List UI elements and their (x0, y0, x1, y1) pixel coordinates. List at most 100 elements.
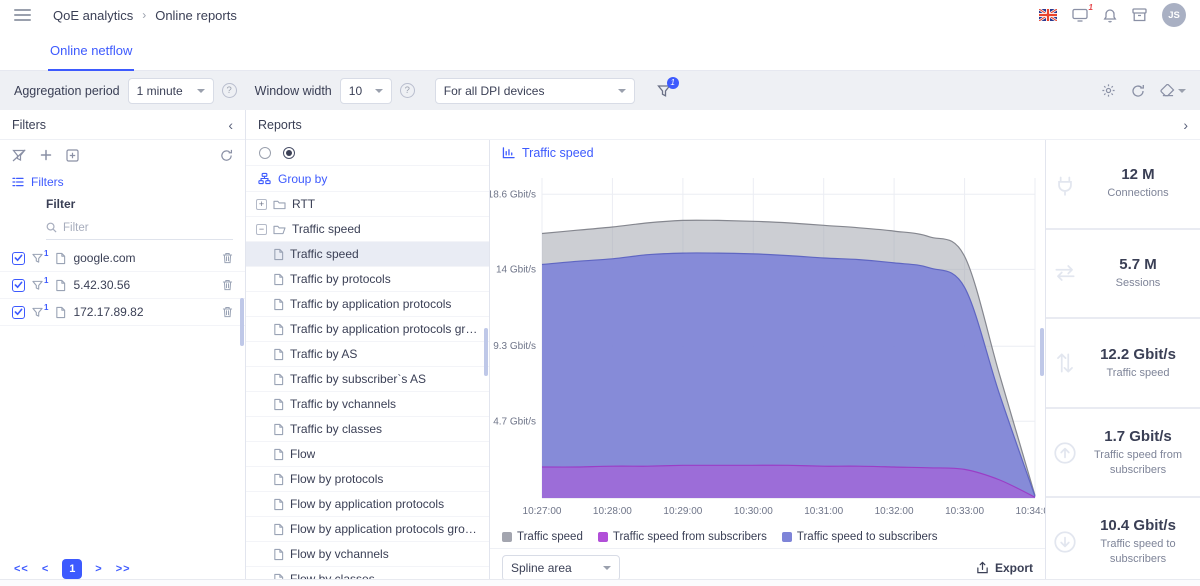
notifications-bell-icon[interactable] (1103, 8, 1117, 23)
delete-filter-icon[interactable] (222, 306, 233, 318)
document-icon (273, 273, 284, 286)
folder-icon (273, 199, 286, 210)
legend-item-traffic-speed-to-subscribers[interactable]: Traffic speed to subscribers (782, 531, 938, 543)
chart-scrollbar[interactable] (1040, 328, 1044, 376)
pagination-first[interactable]: << (14, 563, 29, 575)
expand-panel-icon[interactable]: › (1183, 118, 1188, 132)
tree-folder-traffic-speed[interactable]: −Traffic speed (246, 217, 489, 242)
dpi-devices-select[interactable]: For all DPI devices (435, 78, 635, 104)
document-icon (273, 523, 284, 536)
svg-text:10:27:00: 10:27:00 (523, 506, 562, 517)
filter-funnel-icon[interactable]: 1 (32, 307, 48, 318)
aggregation-help-icon[interactable]: ? (222, 83, 237, 98)
document-icon (273, 323, 284, 336)
tree-item-traffic-by-protocols[interactable]: Traffic by protocols (246, 267, 489, 292)
tree-item-flow-by-application-protocols-groups[interactable]: Flow by application protocols groups (246, 517, 489, 542)
breadcrumb-current: Online reports (155, 8, 237, 23)
legend-label: Traffic speed to subscribers (797, 531, 938, 543)
tree-item-traffic-by-application-protocols-groups[interactable]: Traffic by application protocols groups (246, 317, 489, 342)
tree-item-traffic-by-subscriber-s-as[interactable]: Traffic by subscriber`s AS (246, 367, 489, 392)
filter-funnel-icon[interactable]: 1 (32, 253, 48, 264)
report-mode-radio-1[interactable] (259, 147, 271, 159)
refresh-filters-icon[interactable] (220, 149, 233, 162)
legend-item-traffic-speed-from-subscribers[interactable]: Traffic speed from subscribers (598, 531, 767, 543)
filters-section-header[interactable]: Filters (0, 170, 245, 194)
clear-icon[interactable] (1160, 84, 1186, 97)
svg-text:10:30:00: 10:30:00 (734, 506, 773, 517)
delete-filter-icon[interactable] (222, 279, 233, 291)
tree-item-traffic-by-application-protocols[interactable]: Traffic by application protocols (246, 292, 489, 317)
collapse-panel-icon[interactable]: ‹ (228, 118, 233, 132)
settings-gear-icon[interactable] (1101, 83, 1116, 98)
window-width-label: Window width (255, 84, 332, 98)
filter-checkbox[interactable] (12, 279, 25, 292)
report-tree-panel: Group by +RTT−Traffic speedTraffic speed… (246, 140, 490, 586)
menu-icon[interactable] (14, 6, 31, 24)
messages-icon[interactable]: 1 (1072, 8, 1088, 22)
archive-icon[interactable] (1132, 8, 1147, 22)
breadcrumb-root[interactable]: QoE analytics (53, 8, 133, 23)
filter-row-5-42-30-56[interactable]: 1 5.42.30.56 (0, 272, 245, 299)
list-icon (12, 177, 24, 187)
document-icon (273, 448, 284, 461)
window-width-help-icon[interactable]: ? (400, 83, 415, 98)
language-flag-icon[interactable] (1039, 9, 1057, 21)
pagination-prev[interactable]: < (42, 563, 49, 575)
tree-label: Traffic by classes (290, 422, 382, 436)
tree-item-traffic-by-as[interactable]: Traffic by AS (246, 342, 489, 367)
traffic-to-subscribers-icon (1052, 529, 1078, 555)
filter-row-google-com[interactable]: 1google.com (0, 245, 245, 272)
toolbar-filter-icon[interactable]: 1 (657, 84, 671, 98)
delete-filter-icon[interactable] (222, 252, 233, 264)
legend-swatch (502, 532, 512, 542)
export-icon (976, 561, 989, 574)
filter-search-input[interactable] (63, 222, 173, 234)
pagination-last[interactable]: >> (116, 563, 131, 575)
filter-funnel-icon[interactable]: 1 (32, 280, 48, 291)
filters-scrollbar[interactable] (240, 298, 244, 346)
window-width-select[interactable]: 10 (340, 78, 392, 104)
svg-text:4.7 Gbit/s: 4.7 Gbit/s (493, 416, 536, 427)
filter-search[interactable] (46, 216, 233, 240)
tree-scrollbar[interactable] (484, 328, 488, 376)
collapse-icon[interactable]: − (256, 224, 267, 235)
filter-label: 5.42.30.56 (73, 278, 215, 292)
tree-folder-rtt[interactable]: +RTT (246, 192, 489, 217)
add-filter-group-icon[interactable] (66, 149, 79, 162)
stat-text: 10.4 Gbit/sTraffic speed to subscribers (1076, 517, 1200, 567)
tree-item-traffic-by-classes[interactable]: Traffic by classes (246, 417, 489, 442)
horizontal-scrollbar[interactable] (0, 579, 1200, 586)
chart-type-select[interactable]: Spline area (502, 555, 620, 581)
document-icon (273, 423, 284, 436)
tree-item-traffic-by-vchannels[interactable]: Traffic by vchannels (246, 392, 489, 417)
user-avatar[interactable]: JS (1162, 3, 1186, 27)
stat-value: 5.7 M (1116, 256, 1161, 273)
expand-icon[interactable]: + (256, 199, 267, 210)
filter-checkbox[interactable] (12, 306, 25, 319)
tree-label: Traffic by subscriber`s AS (290, 372, 426, 386)
chart-title: Traffic speed (522, 146, 594, 160)
tree-item-flow-by-protocols[interactable]: Flow by protocols (246, 467, 489, 492)
tree-item-traffic-speed[interactable]: Traffic speed (246, 242, 489, 267)
add-filter-icon[interactable] (40, 149, 52, 161)
export-button[interactable]: Export (976, 561, 1033, 575)
clear-filters-icon[interactable] (12, 149, 26, 162)
tree-item-flow-by-application-protocols[interactable]: Flow by application protocols (246, 492, 489, 517)
report-mode-radio-2[interactable] (283, 147, 295, 159)
group-by-label: Group by (278, 172, 327, 186)
filter-row-172-17-89-82[interactable]: 1172.17.89.82 (0, 299, 245, 326)
aggregation-period-select[interactable]: 1 minute (128, 78, 214, 104)
stat-value: 12 M (1107, 166, 1168, 183)
tree-item-flow-by-vchannels[interactable]: Flow by vchannels (246, 542, 489, 567)
legend-item-traffic-speed[interactable]: Traffic speed (502, 531, 583, 543)
filter-checkbox[interactable] (12, 252, 25, 265)
pagination-next[interactable]: > (95, 563, 102, 575)
svg-text:10:34:00: 10:34:00 (1016, 506, 1045, 517)
tab-online-netflow[interactable]: Online netflow (48, 43, 134, 71)
traffic-speed-chart[interactable]: 18.6 Gbit/s14 Gbit/s9.3 Gbit/s4.7 Gbit/s… (490, 166, 1045, 526)
group-by-button[interactable]: Group by (246, 166, 489, 192)
refresh-icon[interactable] (1131, 84, 1145, 98)
tree-item-flow[interactable]: Flow (246, 442, 489, 467)
pagination-page-1[interactable]: 1 (62, 559, 82, 579)
filters-panel: Filters ‹ Filters Filter 1google (0, 110, 246, 586)
